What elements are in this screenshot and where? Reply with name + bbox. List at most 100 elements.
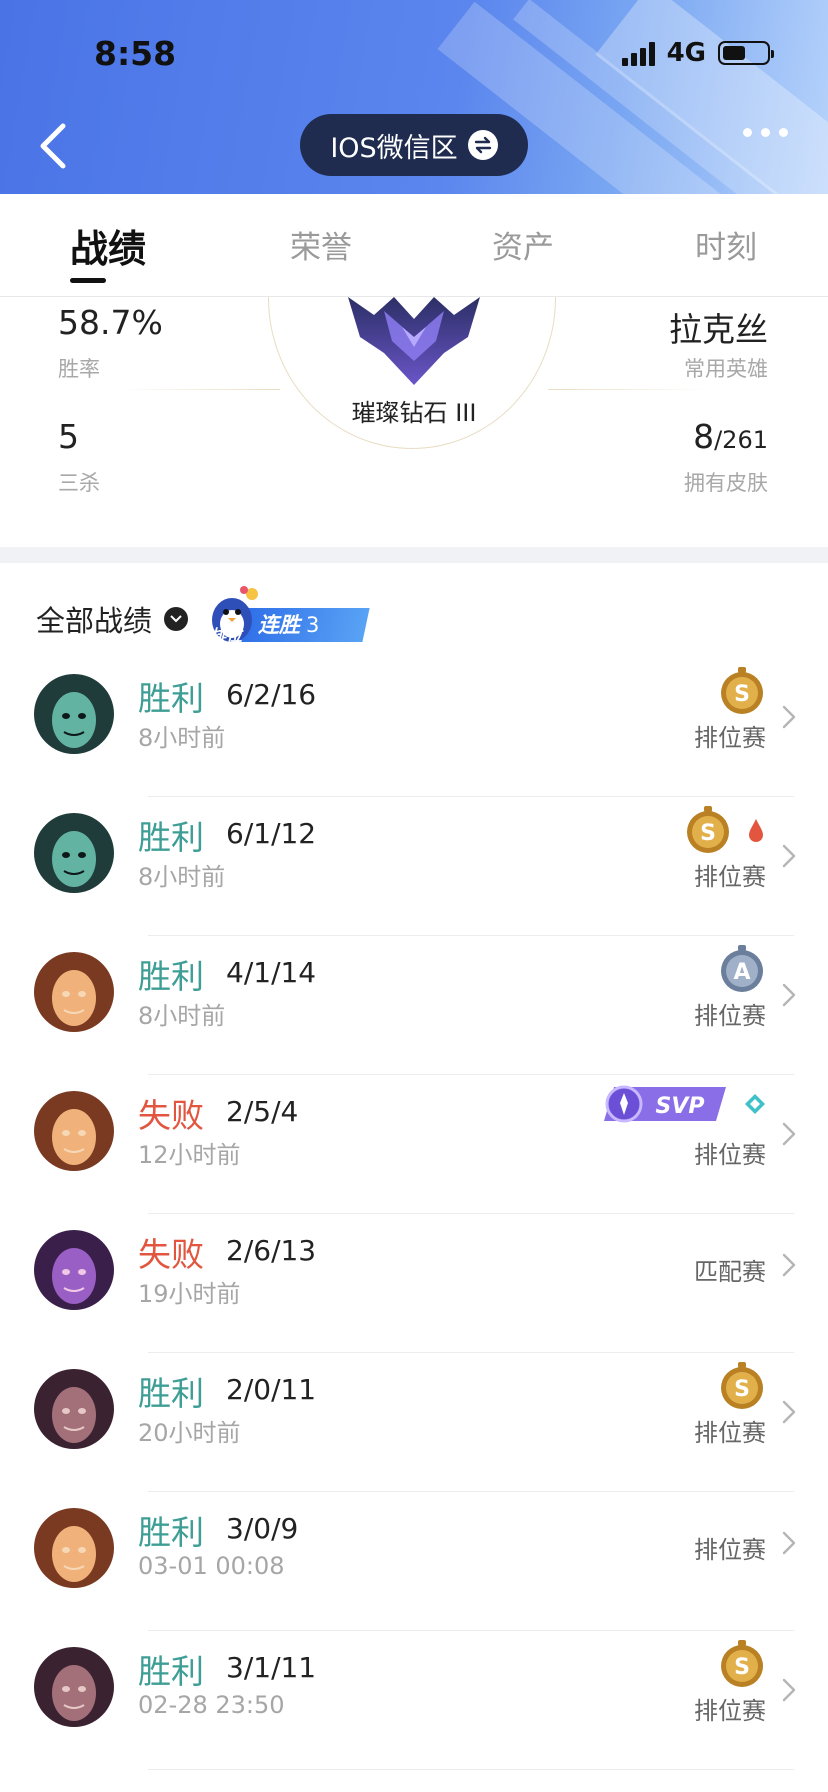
match-kda: 6/1/12 xyxy=(226,817,317,850)
match-row[interactable]: 胜利 3/1/11 02-28 23:50 S 排位赛 xyxy=(0,1631,828,1770)
more-button[interactable] xyxy=(743,128,788,137)
tab-moments[interactable]: 时刻 xyxy=(695,222,757,267)
hero-avatar xyxy=(34,1091,114,1171)
match-kda: 2/5/4 xyxy=(226,1095,299,1128)
skins-label: 拥有皮肤 xyxy=(684,471,768,495)
match-result: 胜利 xyxy=(138,679,204,718)
match-row[interactable]: 胜利 3/0/9 03-01 00:08 排位赛 xyxy=(0,1492,828,1631)
hero-avatar xyxy=(34,1647,114,1727)
ranked-tag: 排位 xyxy=(210,626,243,645)
match-list: 胜利 6/2/16 8小时前 S 排位赛 胜利 6/1/12 8小时前 S 排位赛 胜利 4/1/14… xyxy=(0,658,828,1770)
match-mode: 排位赛 xyxy=(694,1419,766,1447)
match-row[interactable]: 胜利 6/1/12 8小时前 S 排位赛 xyxy=(0,797,828,936)
mvp-diamond-icon xyxy=(745,1094,765,1114)
hero-avatar xyxy=(34,813,114,893)
win-rate-value: 58.7% xyxy=(58,303,163,342)
match-mode: 排位赛 xyxy=(694,724,766,752)
win-streak-badge: 连胜 3 排位 xyxy=(206,582,370,645)
back-button[interactable] xyxy=(30,118,74,174)
hero-avatar xyxy=(34,952,114,1032)
match-kda: 2/0/11 xyxy=(226,1373,317,1406)
match-badges: S xyxy=(718,1361,766,1411)
chevron-right-icon xyxy=(782,1253,796,1277)
streak-text: 连胜 3 xyxy=(258,613,320,637)
match-time: 12小时前 xyxy=(138,1141,241,1169)
match-badges: A xyxy=(718,944,766,994)
svg-text:S: S xyxy=(734,1655,750,1680)
tab-bar: 战绩 荣誉 资产 时刻 xyxy=(0,194,828,297)
chevron-right-icon xyxy=(782,705,796,729)
win-rate-label: 胜率 xyxy=(58,357,100,381)
header: 8:58 4G IOS微信区 xyxy=(0,0,828,194)
hero-avatar xyxy=(34,674,114,754)
skins-value: 8/261 xyxy=(693,417,768,456)
status-time: 8:58 xyxy=(94,34,177,73)
match-result: 胜利 xyxy=(138,1652,204,1691)
server-label: IOS微信区 xyxy=(330,132,458,164)
grade-s-icon: S xyxy=(721,1362,763,1409)
svg-text:S: S xyxy=(734,682,750,707)
hero-avatar xyxy=(34,1369,114,1449)
match-kda: 3/1/11 xyxy=(226,1651,317,1684)
match-mode: 排位赛 xyxy=(694,863,766,891)
match-time: 8小时前 xyxy=(138,1002,226,1030)
match-badges: S xyxy=(684,805,766,855)
hero-avatar xyxy=(34,1508,114,1588)
match-result: 胜利 xyxy=(138,1513,204,1552)
tab-record[interactable]: 战绩 xyxy=(70,218,146,273)
match-time: 8小时前 xyxy=(138,863,226,891)
network-type: 4G xyxy=(666,38,706,68)
first-blood-icon xyxy=(749,819,763,842)
match-row[interactable]: 胜利 4/1/14 8小时前 A 排位赛 xyxy=(0,936,828,1075)
match-badges: S xyxy=(718,1639,766,1689)
grade-s-icon: S xyxy=(721,1640,763,1687)
match-result: 胜利 xyxy=(138,957,204,996)
match-result: 胜利 xyxy=(138,818,204,857)
stats-panel: 璀璨钻石 III 58.7% 胜率 5 三杀 拉克丝 常用英雄 8/261 拥有… xyxy=(0,297,828,547)
chevron-right-icon xyxy=(782,1400,796,1424)
battery-icon xyxy=(718,41,774,65)
match-mode: 排位赛 xyxy=(694,1002,766,1030)
match-kda: 2/6/13 xyxy=(226,1234,317,1267)
match-row[interactable]: 失败 2/5/4 12小时前 SVP 排位赛 xyxy=(0,1075,828,1214)
match-mode: 排位赛 xyxy=(694,1141,766,1169)
match-row[interactable]: 胜利 6/2/16 8小时前 S 排位赛 xyxy=(0,658,828,797)
main-hero-value: 拉克丝 xyxy=(669,310,768,349)
match-kda: 6/2/16 xyxy=(226,678,317,711)
match-mode: 匹配赛 xyxy=(694,1258,766,1286)
svg-text:SVP: SVP xyxy=(656,1094,705,1119)
match-time: 03-01 00:08 xyxy=(138,1552,285,1580)
grade-s-icon: S xyxy=(721,667,763,714)
match-result: 失败 xyxy=(138,1096,204,1135)
section-divider xyxy=(0,547,828,563)
match-mode: 排位赛 xyxy=(694,1697,766,1725)
chevron-left-icon xyxy=(40,123,66,169)
match-row[interactable]: 胜利 2/0/11 20小时前 S 排位赛 xyxy=(0,1353,828,1492)
svg-text:A: A xyxy=(733,960,750,985)
row-divider xyxy=(148,1769,794,1770)
svg-text:S: S xyxy=(734,1377,750,1402)
tab-assets[interactable]: 资产 xyxy=(492,222,554,267)
status-icons: 4G xyxy=(621,38,774,68)
match-badges: S xyxy=(718,666,766,716)
match-time: 02-28 23:50 xyxy=(138,1691,285,1719)
match-result: 失败 xyxy=(138,1235,204,1274)
grade-s-icon: S xyxy=(687,806,729,853)
chevron-down-icon xyxy=(164,607,189,631)
match-time: 19小时前 xyxy=(138,1280,241,1308)
svg-text:S: S xyxy=(700,821,716,846)
tab-honor[interactable]: 荣誉 xyxy=(290,222,352,267)
svp-badge-icon: SVP xyxy=(604,1085,726,1123)
match-row[interactable]: 失败 2/6/13 19小时前 匹配赛 xyxy=(0,1214,828,1353)
match-time: 8小时前 xyxy=(138,724,226,752)
tab-underline xyxy=(70,278,106,283)
match-mode: 排位赛 xyxy=(694,1536,766,1564)
server-switch-button[interactable]: IOS微信区 xyxy=(300,114,528,176)
grade-a-icon: A xyxy=(721,945,763,992)
chevron-right-icon xyxy=(782,983,796,1007)
swap-icon xyxy=(467,130,498,160)
signal-icon xyxy=(621,40,655,66)
match-badges: SVP xyxy=(600,1083,766,1125)
main-hero-label: 常用英雄 xyxy=(684,357,768,381)
record-filter[interactable]: 全部战绩 xyxy=(36,598,189,640)
